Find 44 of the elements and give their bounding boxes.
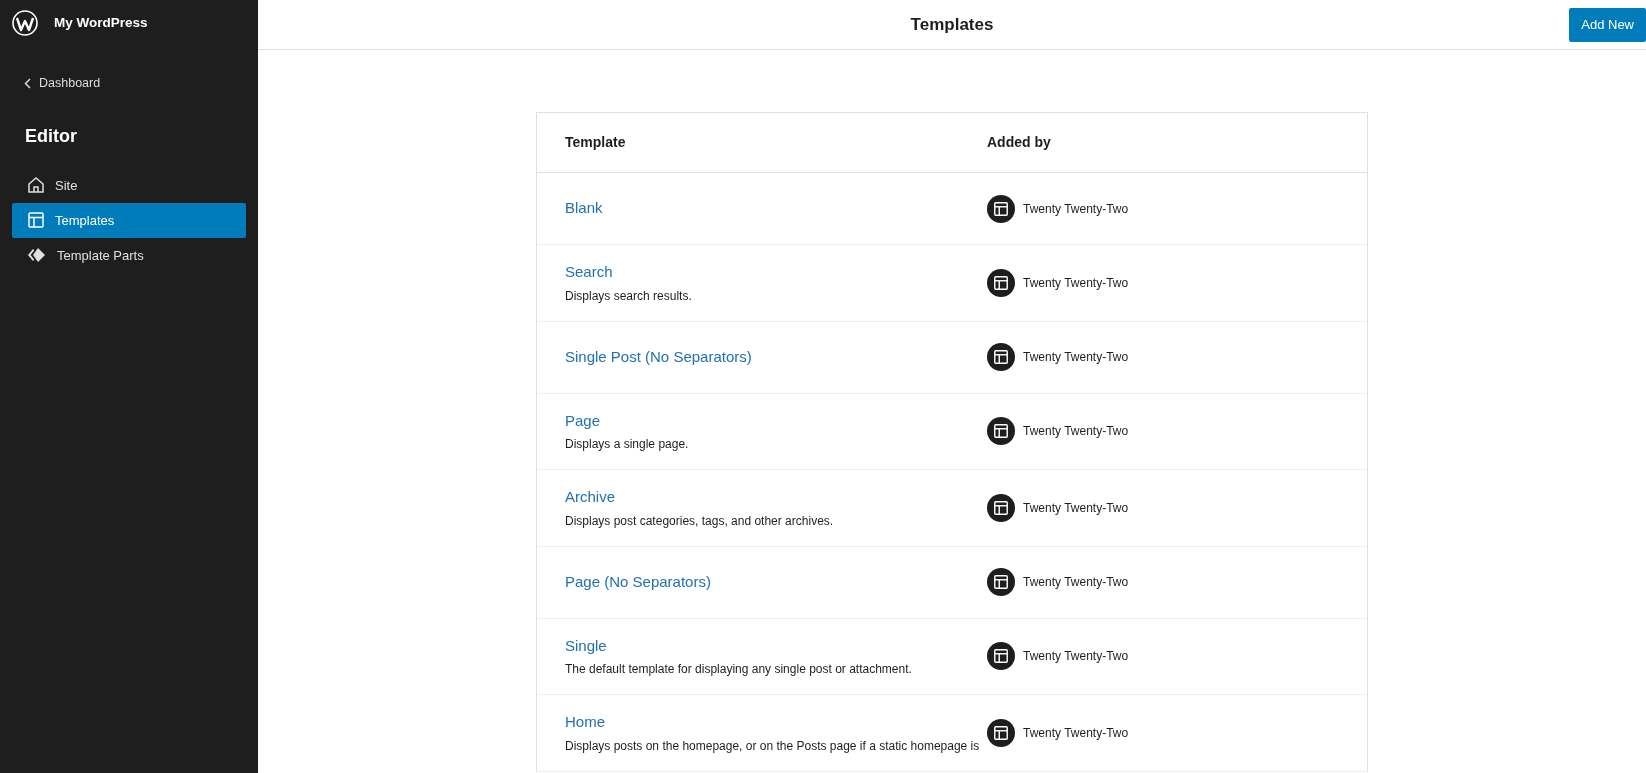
template-link[interactable]: Home <box>565 713 605 730</box>
add-new-button[interactable]: Add New <box>1569 8 1646 42</box>
added-by-text: Twenty Twenty-Two <box>1023 274 1129 292</box>
column-header: Template <box>565 134 626 150</box>
template-description: Displays search results. <box>565 287 693 305</box>
template-description: Displays a single page. <box>565 436 690 453</box>
template-icon <box>993 499 1009 516</box>
template-icon <box>993 574 1009 590</box>
template-icon <box>993 200 1009 217</box>
template-description: The default template for displaying any single post or attachment. <box>565 661 913 678</box>
sidebar-item[interactable]: Templates <box>12 202 246 238</box>
logo-icon[interactable] <box>12 10 38 36</box>
sidebar-item[interactable]: Template Parts <box>12 237 246 273</box>
template-link[interactable]: Archive <box>565 488 616 505</box>
added-by-text: Twenty Twenty-Two <box>1023 349 1129 366</box>
home-icon <box>27 176 45 195</box>
template-icon <box>993 724 1009 741</box>
template-link[interactable]: Search <box>565 263 613 280</box>
template-link[interactable]: Page (No Separators) <box>565 572 711 590</box>
added-by-text: Twenty Twenty-Two <box>1023 200 1129 218</box>
chevron-left-icon <box>24 77 31 89</box>
page-title: Templates <box>910 13 994 36</box>
added-by-text: Twenty Twenty-Two <box>1023 648 1129 666</box>
template-link[interactable]: Single Post (No Separators) <box>565 347 752 365</box>
site-title: My WordPress <box>54 13 148 32</box>
added-by-text: Twenty Twenty-Two <box>1023 423 1129 441</box>
template-icon <box>993 423 1009 440</box>
template-icon <box>27 211 45 230</box>
added-by-text: Twenty Twenty-Two <box>1023 499 1129 517</box>
template-icon <box>993 648 1009 665</box>
template-icon <box>993 349 1009 365</box>
template-link[interactable]: Page <box>565 411 601 429</box>
sidebar-heading: Editor <box>25 124 78 148</box>
dashboard-link[interactable]: Dashboard <box>24 74 258 93</box>
column-header: Added by <box>987 134 1051 150</box>
template-icon <box>993 274 1009 291</box>
template-description: Displays posts on the homepage, or on the Posts page if a static homepage is <box>565 737 981 755</box>
added-by-text: Twenty Twenty-Two <box>1023 574 1129 591</box>
diamond-icon <box>27 247 47 264</box>
template-link[interactable]: Blank <box>565 199 603 217</box>
added-by-text: Twenty Twenty-Two <box>1023 724 1129 742</box>
template-description: Displays post categories, tags, and other archives. <box>565 512 835 530</box>
sidebar-item[interactable]: Site <box>12 167 246 203</box>
template-link[interactable]: Single <box>565 636 607 654</box>
